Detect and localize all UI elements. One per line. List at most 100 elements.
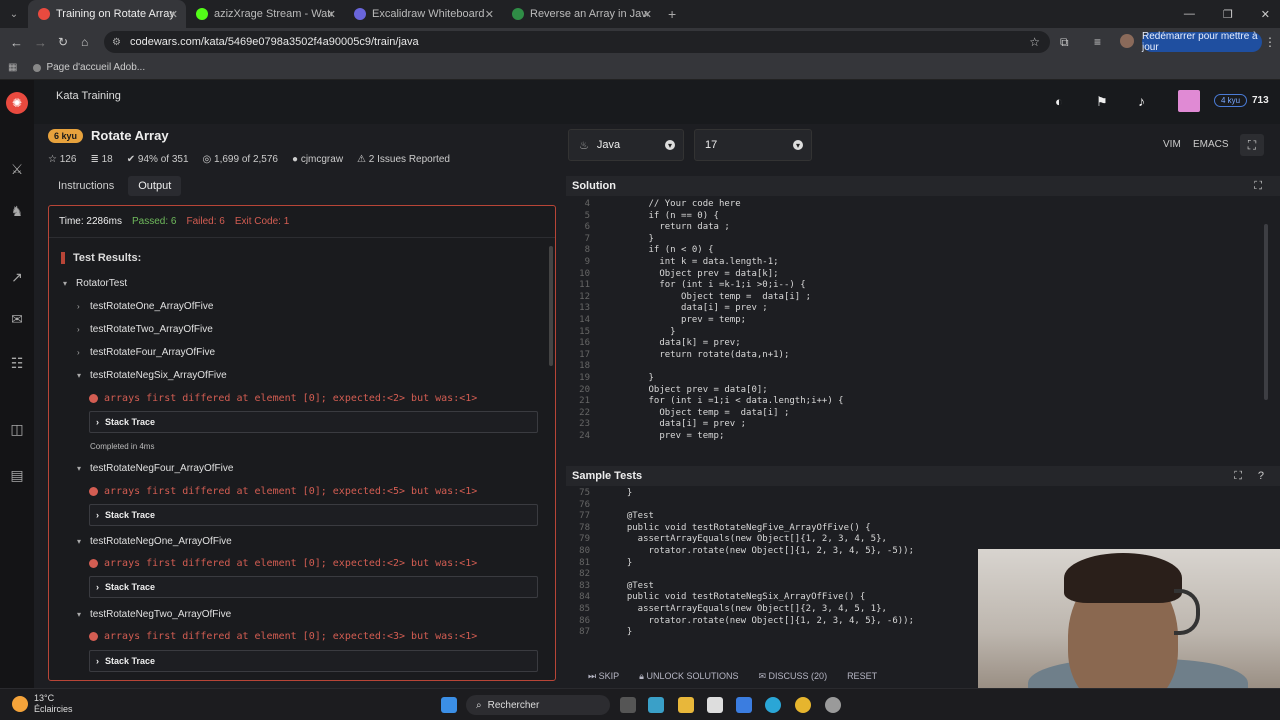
fullscreen-icon[interactable]: ⛶ — [1240, 134, 1264, 156]
failed-test-item[interactable]: ▾ testRotateNegFour_ArrayOfFive — [77, 463, 233, 474]
profile-avatar[interactable] — [1120, 34, 1134, 48]
author-value: cjmcgraw — [300, 154, 344, 165]
dark-mode-icon[interactable]: ◐ — [1055, 94, 1063, 109]
tab-instructions[interactable]: Instructions — [48, 176, 124, 196]
user-avatar[interactable] — [1178, 90, 1200, 112]
forward-icon[interactable]: → — [34, 35, 47, 50]
help-icon[interactable]: ? — [1258, 470, 1264, 482]
codewars-logo-icon[interactable]: ✺ — [6, 92, 28, 114]
browser-tab[interactable]: Reverse an Array in Java - Geek✕ — [502, 0, 660, 28]
relaunch-button[interactable]: Redémarrer pour mettre à jour — [1142, 31, 1262, 53]
sample-tests-header: Sample Tests ⛶ ? — [566, 466, 1280, 486]
unlock-label: UNLOCK SOLUTIONS — [646, 670, 739, 681]
edge-icon[interactable] — [765, 697, 781, 713]
reload-icon[interactable]: ↻ — [58, 35, 68, 49]
browser-tab[interactable]: Excalidraw Whiteboard ✕ — [344, 0, 502, 28]
failed-test-item[interactable]: ▾ testRotateNegTwo_ArrayOfFive — [77, 609, 231, 620]
bookmarks-icon[interactable]: ⚑ — [1096, 94, 1108, 110]
expand-icon[interactable]: ⛶ — [1234, 470, 1242, 483]
discuss-icon[interactable]: ☷ — [9, 356, 25, 370]
tab-output[interactable]: Output — [128, 176, 182, 196]
weather-widget[interactable]: 13°C Éclaircies — [12, 693, 73, 715]
language-select[interactable]: ♨ Java ▾ — [568, 129, 684, 161]
discuss-button[interactable]: ✉ DISCUSS (20) — [758, 671, 827, 682]
menu-dots-icon[interactable]: ⋮ — [1264, 35, 1276, 49]
stack-trace-toggle[interactable]: › Stack Trace — [89, 411, 538, 433]
new-tab-button[interactable]: + — [668, 6, 676, 22]
collections-stat: ≣ 18 — [90, 154, 112, 165]
failed-test-item[interactable]: ▾ testRotateNegOne_ArrayOfFive — [77, 536, 232, 547]
stack-icon: ≣ — [90, 154, 99, 165]
vim-mode-button[interactable]: VIM — [1156, 135, 1188, 154]
media-icon[interactable]: ≡ — [1094, 35, 1101, 49]
satisfaction-stat: ✔ 94% of 351 — [127, 154, 189, 165]
address-bar[interactable]: ⚙ codewars.com/kata/5469e0798a3502f4a900… — [104, 31, 1050, 53]
line-number: 81 — [579, 557, 590, 568]
line-number: 80 — [579, 545, 590, 556]
chrome-icon[interactable] — [795, 697, 811, 713]
output-scrollbar[interactable] — [549, 246, 553, 366]
test-item[interactable]: › testRotateFour_ArrayOfFive — [77, 347, 215, 358]
code-text: Object prev = data[0]; — [616, 384, 768, 395]
close-window-icon[interactable]: ✕ — [1261, 8, 1270, 21]
close-tab-icon[interactable]: ✕ — [485, 8, 494, 21]
code-text: if (n == 0) { — [616, 210, 719, 221]
solution-scrollbar[interactable] — [1264, 224, 1268, 400]
skip-button[interactable]: ⏭ SKIP — [588, 671, 619, 682]
unlock-solutions-button[interactable]: 🔒︎ UNLOCK SOLUTIONS — [639, 671, 738, 682]
browser-tab[interactable]: Training on Rotate Array | Code✕ — [28, 0, 186, 28]
version-select[interactable]: 17 ▾ — [694, 129, 812, 161]
author-link[interactable]: ● cjmcgraw — [292, 154, 343, 165]
close-tab-icon[interactable]: ✕ — [643, 8, 652, 21]
training-icon[interactable]: ♞ — [9, 204, 25, 218]
line-number: 4 — [584, 199, 590, 209]
browser-tab[interactable]: azizXrage Stream - Watch Live✕ — [186, 0, 344, 28]
blog-icon[interactable]: ▤ — [9, 468, 25, 482]
test-item[interactable]: › testRotateOne_ArrayOfFive — [77, 301, 213, 312]
restore-icon[interactable]: ❐ — [1223, 8, 1233, 21]
stack-trace-toggle[interactable]: › Stack Trace — [89, 650, 538, 672]
chat-icon[interactable]: ✉ — [9, 312, 25, 326]
leaderboard-icon[interactable]: ↗ — [9, 270, 25, 284]
back-icon[interactable]: ← — [10, 35, 23, 50]
issues-link[interactable]: ⚠ 2 Issues Reported — [357, 154, 450, 165]
taskbar-search[interactable]: ⌕ Rechercher — [466, 695, 610, 715]
task-view-icon[interactable] — [620, 697, 636, 713]
test-item[interactable]: › testRotateTwo_ArrayOfFive — [77, 324, 213, 335]
line-number: 18 — [579, 361, 590, 372]
satisfaction-value: 94% of 351 — [137, 154, 189, 165]
file-explorer-icon[interactable] — [678, 697, 694, 713]
bookmark-adobe[interactable]: Page d'accueil Adob... — [33, 62, 145, 73]
docs-icon[interactable]: ◫ — [9, 422, 25, 436]
extensions-icon[interactable]: ⧉ — [1060, 35, 1069, 50]
stack-trace-toggle[interactable]: › Stack Trace — [89, 504, 538, 526]
close-tab-icon[interactable]: ✕ — [327, 8, 336, 21]
reset-button[interactable]: RESET — [847, 671, 877, 681]
tab-search-icon[interactable]: ⌄ — [0, 9, 28, 20]
code-text: } — [616, 488, 633, 498]
practice-icon[interactable]: ⚔ — [9, 162, 25, 176]
solution-editor[interactable]: 4 // Your code here 5 if (n == 0) {6 retu… — [566, 199, 1280, 452]
home-icon[interactable]: ⌂ — [81, 35, 88, 49]
discuss-label: DISCUSS (20) — [768, 670, 828, 681]
code-text: return rotate(data,n+1); — [616, 349, 790, 360]
notifications-icon[interactable]: ♪ — [1138, 93, 1145, 109]
line-number: 20 — [579, 384, 590, 395]
failed-test-item[interactable]: ▾ testRotateNegSix_ArrayOfFive — [77, 370, 227, 381]
stack-trace-toggle[interactable]: › Stack Trace — [89, 576, 538, 598]
test-group[interactable]: ▾ RotatorTest — [63, 278, 127, 289]
expand-icon[interactable]: ⛶ — [1254, 180, 1262, 193]
close-tab-icon[interactable]: ✕ — [169, 8, 178, 21]
copilot-icon[interactable] — [648, 697, 664, 713]
site-info-icon[interactable]: ⚙ — [112, 37, 121, 48]
apps-grid-icon[interactable]: ▦ — [8, 62, 17, 73]
notepad-icon[interactable] — [736, 697, 752, 713]
line-number: 7 — [584, 233, 590, 244]
minimize-icon[interactable]: — — [1184, 8, 1195, 21]
start-icon[interactable] — [441, 697, 457, 713]
line-number: 8 — [584, 245, 590, 256]
bookmark-star-icon[interactable]: ☆ — [1029, 35, 1040, 49]
store-icon[interactable] — [707, 697, 723, 713]
emacs-mode-button[interactable]: EMACS — [1186, 135, 1236, 154]
obs-icon[interactable] — [825, 697, 841, 713]
